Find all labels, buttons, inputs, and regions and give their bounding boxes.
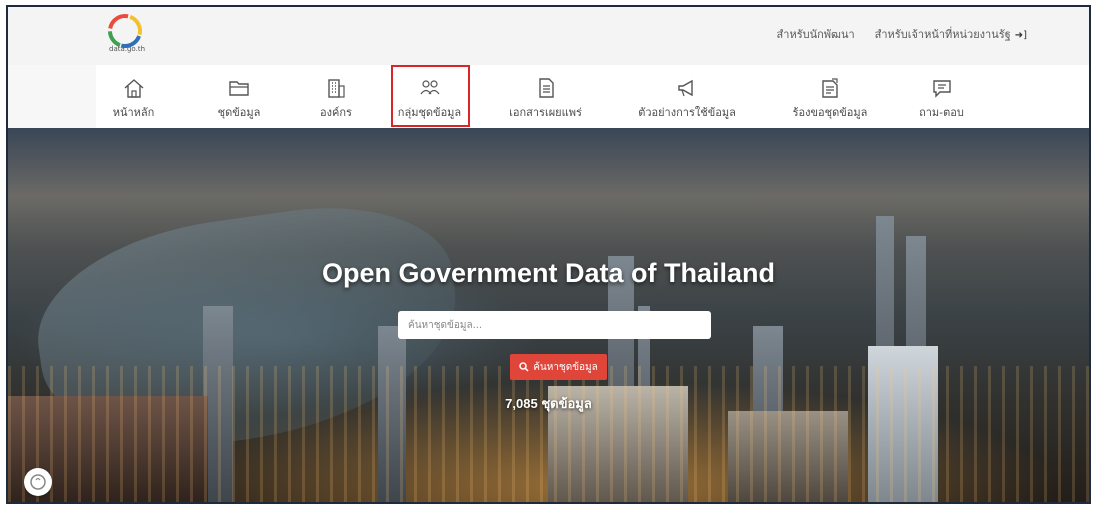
- nav-item-use-cases[interactable]: ตัวอย่างการใช้ข้อมูล: [627, 65, 747, 128]
- building-icon: [328, 79, 345, 98]
- main-nav: หน้าหลัก ชุดข้อมูล องค์กร กลุ่มชุดข้อมูล…: [96, 65, 1089, 128]
- nav-label-use-cases: ตัวอย่างการใช้ข้อมูล: [638, 106, 736, 119]
- nav-label-request-data: ร้องขอชุดข้อมูล: [792, 106, 868, 119]
- home-icon: [124, 79, 143, 98]
- folder-icon: [229, 81, 249, 96]
- document-icon: [538, 78, 554, 98]
- nav-label-publications: เอกสารเผยแพร่: [509, 106, 582, 119]
- dataset-count: 7,085 ชุดข้อมูล: [505, 396, 592, 411]
- nav-label-organizations: องค์กร: [320, 106, 352, 119]
- megaphone-icon: [678, 79, 693, 97]
- developer-link[interactable]: สำหรับนักพัฒนา: [777, 25, 855, 43]
- search-icon: [519, 362, 529, 372]
- nav-item-datasets[interactable]: ชุดข้อมูล: [209, 65, 269, 128]
- hero-title: Open Government Data of Thailand: [321, 258, 776, 288]
- nav-item-faq[interactable]: ถาม-ตอบ: [914, 65, 969, 128]
- search-button-label: ค้นหาชุดข้อมูล: [533, 361, 598, 373]
- city-lights: [8, 366, 1089, 502]
- top-links: สำหรับนักพัฒนา สำหรับเจ้าหน้าที่หน่วยงาน…: [777, 25, 1027, 43]
- site-logo[interactable]: data.go.th: [103, 11, 153, 59]
- search-button[interactable]: ค้นหาชุดข้อมูล: [510, 354, 607, 380]
- nav-item-organizations[interactable]: องค์กร: [311, 65, 361, 128]
- sign-in-icon: ➜]: [1014, 30, 1027, 41]
- request-icon: [822, 78, 838, 98]
- nav-item-home[interactable]: หน้าหลัก: [106, 65, 161, 128]
- gov-staff-link[interactable]: สำหรับเจ้าหน้าที่หน่วยงานรัฐ ➜]: [875, 25, 1027, 43]
- browser-frame: data.go.th สำหรับนักพัฒนา สำหรับเจ้าหน้า…: [6, 5, 1091, 504]
- chat-icon: [932, 80, 951, 98]
- hero-banner: Open Government Data of Thailand ค้นหาชุ…: [8, 128, 1089, 502]
- nav-item-request-data[interactable]: ร้องขอชุดข้อมูล: [786, 65, 874, 128]
- top-bar: data.go.th สำหรับนักพัฒนา สำหรับเจ้าหน้า…: [8, 7, 1089, 65]
- nav-label-faq: ถาม-ตอบ: [919, 106, 964, 119]
- nav-label-home: หน้าหลัก: [112, 106, 155, 119]
- nav-item-publications[interactable]: เอกสารเผยแพร่: [499, 65, 592, 128]
- chat-widget-button[interactable]: [24, 468, 52, 496]
- gov-staff-link-label: สำหรับเจ้าหน้าที่หน่วยงานรัฐ: [874, 28, 1011, 41]
- search-input[interactable]: ค้นหาชุดข้อมูล...: [398, 311, 711, 339]
- nav-label-datasets: ชุดข้อมูล: [217, 106, 261, 119]
- highlight-box: [391, 65, 470, 127]
- logo-text: data.go.th: [109, 45, 146, 53]
- chat-bubble-icon: [30, 474, 46, 490]
